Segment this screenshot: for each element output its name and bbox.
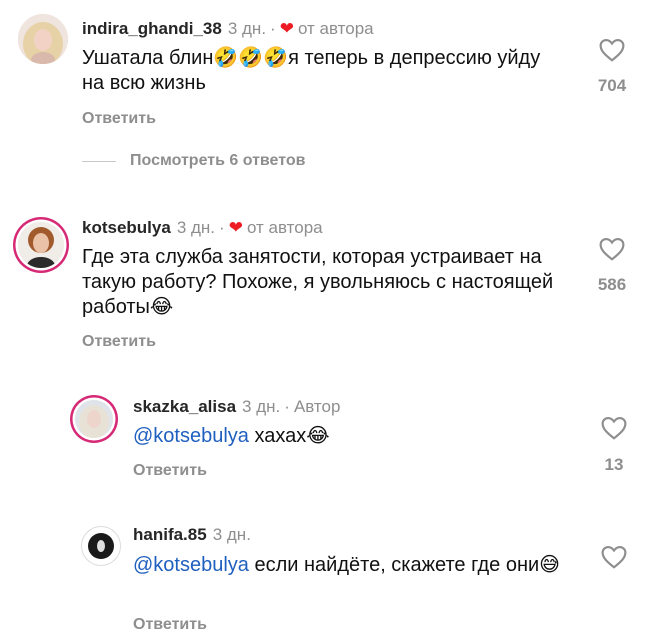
timestamp: 3 дн. [227,19,267,38]
reply-button[interactable]: Ответить [82,333,156,351]
like-count: 13 [604,455,624,474]
like-heart-icon[interactable] [599,38,625,62]
like-count: 586 [597,275,627,294]
dark-circle-avatar-icon [88,533,114,559]
woman-portrait-avatar-icon [18,222,64,268]
comment-text: @kotsebulya хахах😂 [133,424,573,449]
username[interactable]: kotsebulya [82,218,171,237]
reply-body: если найдёте, скажете где они😅 [248,554,561,576]
timestamp: 3 дн. [242,397,281,416]
mention-link[interactable]: @kotsebulya [133,554,249,576]
username[interactable]: hanifa.85 [133,525,207,544]
author-like-label: от автора [246,218,323,237]
heart-icon: ❤ [279,19,294,38]
comment-text: @kotsebulya если найдёте, скажете где он… [133,553,573,578]
timestamp: 3 дн. [212,525,251,544]
avatar[interactable] [18,222,64,268]
avatar[interactable] [81,526,121,566]
username[interactable]: skazka_alisa [133,397,236,416]
heart-icon: ❤ [228,218,243,237]
view-replies-button[interactable]: Посмотреть 6 ответов [82,152,305,170]
timestamp: 3 дн. [176,218,216,237]
separator: · [219,218,225,237]
like-heart-icon[interactable] [601,416,627,440]
mention-link[interactable]: @kotsebulya [133,425,249,447]
like-count: 704 [597,76,627,95]
like-heart-icon[interactable] [599,237,625,261]
comment-text: Где эта служба занятости, которая устраи… [82,246,554,318]
reply-button[interactable]: Ответить [82,110,156,128]
reply-button[interactable]: Ответить [133,616,207,634]
reply-body: хахах😂 [248,425,330,447]
reply-button[interactable]: Ответить [133,462,207,480]
author-badge: Автор [293,397,341,416]
separator: · [284,397,290,416]
woman-blonde-avatar-icon [18,14,68,64]
divider [82,160,116,162]
author-like-label: от автора [297,19,374,38]
avatar[interactable] [75,400,113,438]
avatar[interactable] [18,14,68,64]
separator: · [270,19,276,38]
comment-text: Ушатала блин🤣🤣🤣я теперь в депрессию уйду… [82,47,541,94]
username[interactable]: indira_ghandi_38 [82,19,222,38]
view-replies-label: Посмотреть 6 ответов [130,152,306,169]
like-heart-icon[interactable] [601,545,627,569]
woman-blonde-avatar-icon [75,400,113,438]
